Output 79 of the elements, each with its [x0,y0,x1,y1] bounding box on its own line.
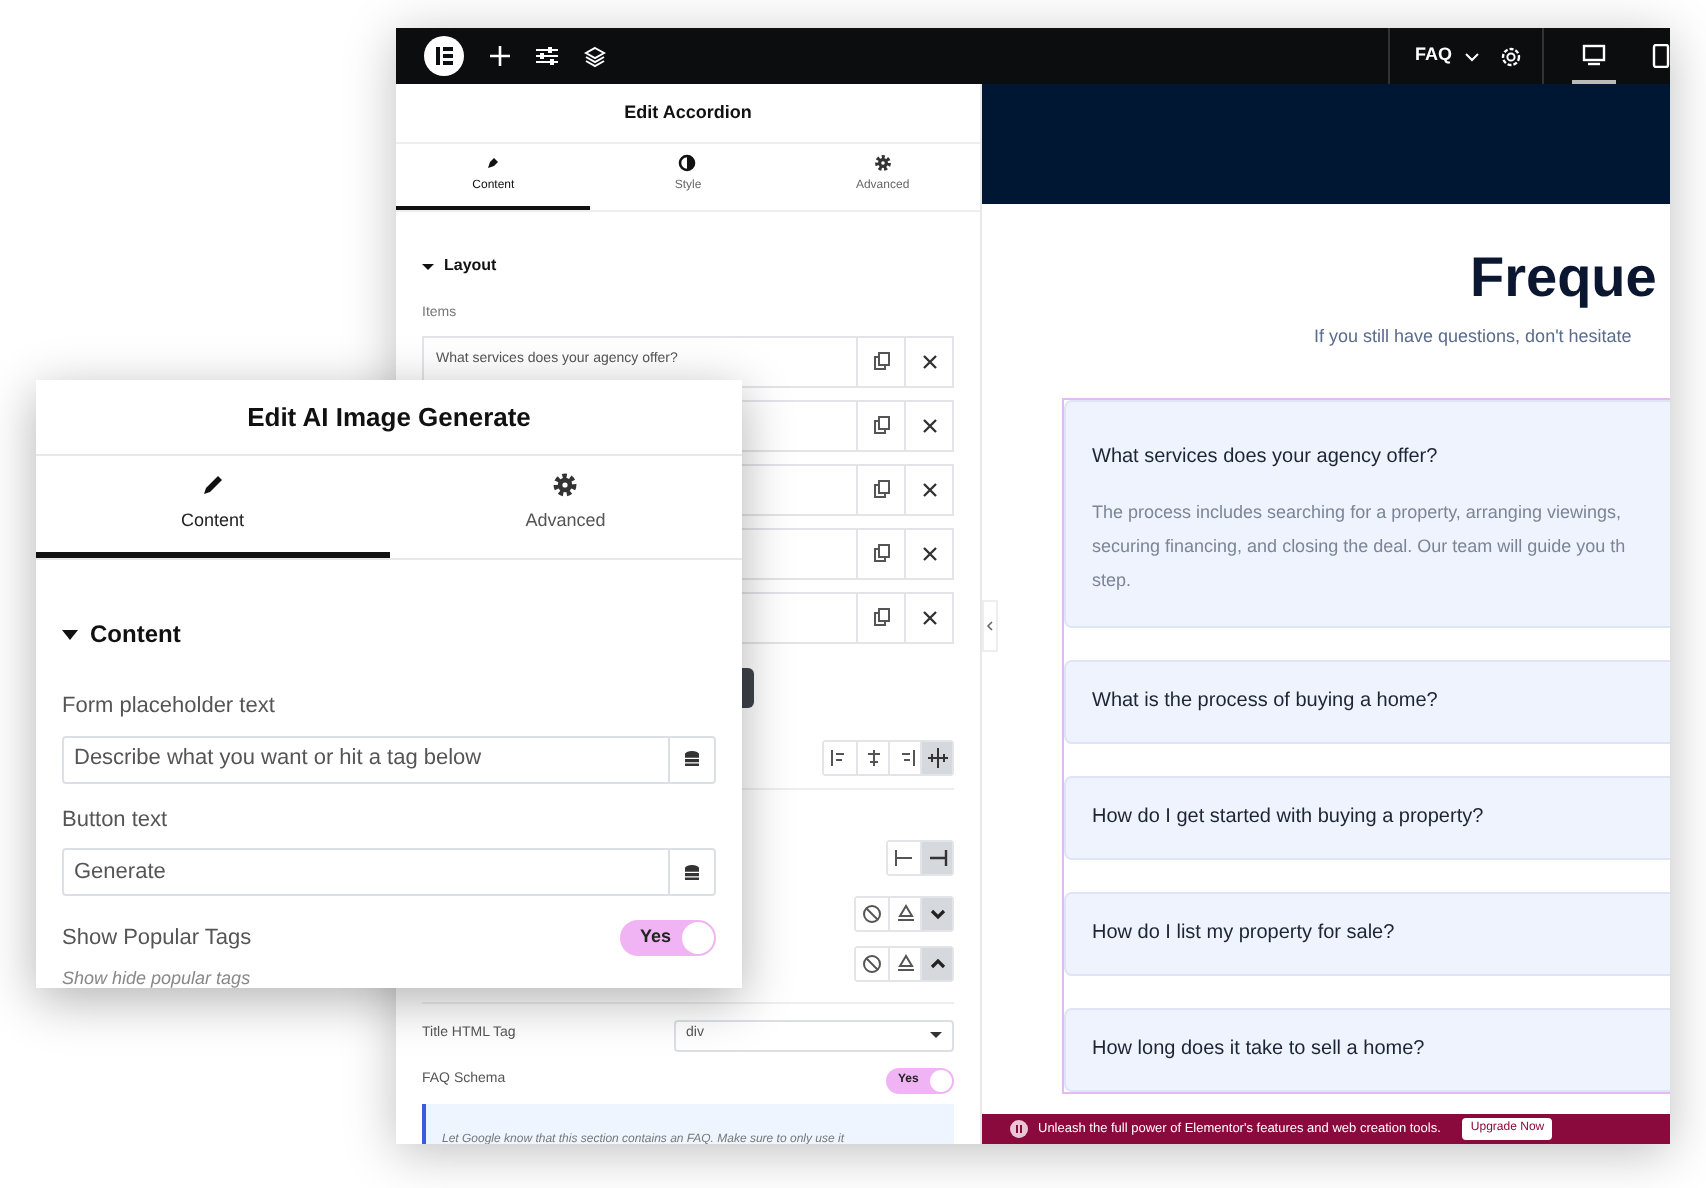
desktop-icon[interactable] [1582,43,1606,65]
toggle-button[interactable] [920,897,952,929]
close-icon [921,545,937,561]
copy-icon [873,352,889,370]
segmented-control[interactable] [854,945,954,981]
field-label: Show Popular Tags [62,923,254,954]
caret-down-icon [422,261,434,271]
layers-icon[interactable] [584,45,606,67]
toggle-button[interactable] [888,947,920,979]
caret-down-icon [62,629,78,639]
faq-question: How do I get started with buying a property? [1092,804,1484,832]
copy-icon [873,416,889,434]
close-icon [921,481,937,497]
pencil-icon [484,154,503,172]
database-icon [684,863,700,881]
toggle-button[interactable] [920,947,952,979]
answer-text: The process includes searching for a property, arranging viewings, [1092,499,1623,526]
dynamic-tags-button[interactable] [670,735,716,783]
gear-icon [873,154,892,172]
drop-icon [893,951,917,975]
faq-item[interactable]: How do I get started with buying a property? [1064,775,1670,859]
faq-item[interactable]: What is the process of buying a home? [1064,659,1670,743]
faq-question: How do I list my property for sale? [1092,920,1395,948]
faq-question: What services does your agency offer? [1092,445,1438,467]
panel-tab[interactable]: Advanced [389,456,742,558]
copy-icon [873,608,889,626]
panel-tab[interactable]: Content [36,456,389,558]
caret-down-icon [930,1032,942,1038]
text-field[interactable]: Describe what you want or hit a tag below [62,735,670,783]
chevron-down-icon [1464,49,1480,63]
dynamic-tags-button[interactable] [670,848,716,896]
add-icon[interactable] [490,46,510,66]
close-icon [921,609,937,625]
chevron-left-icon [986,620,994,632]
toggle-button[interactable] [888,897,920,929]
page-heading: Freque [1468,244,1659,312]
settings-icon[interactable] [1500,45,1522,67]
toggle-button[interactable] [920,741,952,773]
segmented-control[interactable] [822,739,954,775]
field-label: Button text [62,805,170,835]
sliders-icon[interactable] [536,46,558,66]
contrast-icon [678,154,697,172]
faq-question: How long does it take to sell a home? [1092,1036,1425,1064]
align-left-icon [892,845,916,869]
faq-item[interactable]: How long does it take to sell a home? [1064,1007,1670,1091]
copy-icon [873,480,889,498]
faq-question: What is the process of buying a home? [1092,688,1438,716]
section-heading: Layout [444,254,497,278]
panel-title: Edit Accordion [624,99,752,126]
database-icon [684,750,700,768]
page-menu[interactable]: FAQ [1414,42,1480,70]
segmented-control[interactable] [854,895,954,931]
answer-text: securing financing, and closing the deal. Our team will guide you th [1092,533,1628,560]
section-heading: Content [90,618,181,652]
faq-item[interactable]: What services does your agency offer? The process includes searching for a property, arranging viewings, securing financing, and closing the deal. Our team will guide you th step. [1064,399,1670,627]
stretch-icon [925,745,949,769]
gear-icon [552,472,579,499]
field-label: Form placeholder text [62,692,277,722]
close-icon [921,417,937,433]
logo-icon[interactable] [424,36,464,76]
answer-text: step. [1092,567,1134,594]
logo-icon [1010,1120,1028,1138]
ban-icon [860,951,884,975]
tablet-icon[interactable] [1652,44,1670,68]
panel-title: Edit AI Image Generate [247,399,531,436]
page-subtitle: If you still have questions, don't hesitate [1312,324,1634,350]
toggle-button[interactable] [920,841,952,873]
close-icon [921,353,937,369]
copy-icon [873,544,889,562]
ban-icon [860,901,884,925]
faq-item[interactable]: How do I list my property for sale? [1064,891,1670,975]
drop-icon [893,901,917,925]
align-right-icon [925,845,949,869]
hint-text: Show hide popular tags [62,966,253,988]
pencil-icon [199,472,226,499]
text-field[interactable]: Generate [62,848,670,896]
segmented-control[interactable] [886,839,954,875]
toggle-button[interactable] [888,741,920,773]
toggle-switch[interactable]: Yes [620,920,716,956]
